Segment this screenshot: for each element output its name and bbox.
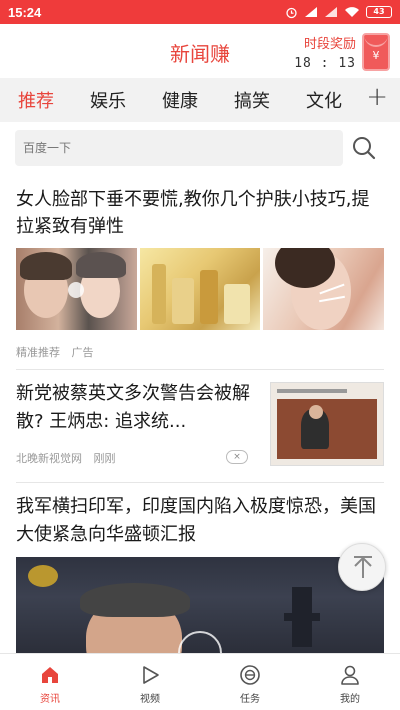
nav-item-me[interactable]: 我的 (300, 654, 400, 710)
bottom-nav: 资讯 视频 任务 我的 (0, 653, 400, 710)
tab-entertainment[interactable]: 娱乐 (72, 87, 144, 113)
nav-label: 视频 (140, 694, 160, 705)
search-input[interactable]: 百度一下 (15, 130, 343, 166)
signal-icon (305, 7, 317, 17)
news-item-ad[interactable]: 女人脸部下垂不要慌,教你几个护肤小技巧,提拉紧致有弹性 精准推荐 广告 (0, 176, 400, 369)
app-header: 新闻赚 时段奖励 18 : 13 ¥ (0, 24, 400, 78)
news-item[interactable]: 新党被蔡英文多次警告会被解散? 王炳忠: 追求统... 北晚新视觉网 刚刚 × (0, 370, 400, 482)
tab-culture[interactable]: 文化 (288, 87, 360, 113)
yen-symbol: ¥ (372, 49, 380, 62)
back-to-top-button[interactable] (338, 543, 386, 591)
reward-timer-block[interactable]: 时段奖励 18 : 13 (294, 33, 356, 71)
article-headline: 女人脸部下垂不要慌,教你几个护肤小技巧,提拉紧致有弹性 (16, 189, 370, 237)
channel-logo (28, 565, 58, 587)
search-row: 百度一下 (0, 122, 400, 176)
article-source: 北晚新视觉网 (16, 452, 82, 465)
article-meta: 北晚新视觉网 刚刚 (16, 450, 124, 466)
article-time: 刚刚 (93, 452, 116, 465)
tab-health[interactable]: 健康 (144, 87, 216, 113)
article-headline: 我军横扫印军，印度国内陷入极度惊恐，美国大使紧急向华盛顿汇报 (16, 496, 376, 545)
nav-item-news[interactable]: 资讯 (0, 654, 100, 710)
home-icon (42, 667, 58, 683)
search-icon[interactable] (350, 134, 378, 162)
tab-funny[interactable]: 搞笑 (216, 87, 288, 113)
status-bar: 15:24 43 (0, 0, 400, 24)
thumbnail-before-after-image (16, 248, 137, 330)
dismiss-button[interactable]: × (226, 450, 248, 464)
alarm-icon (286, 7, 297, 18)
arrow-up-icon (354, 556, 372, 578)
person-hair (80, 583, 190, 617)
status-time: 15:24 (8, 4, 42, 20)
thumbnail-product-image (139, 248, 261, 330)
category-tabs: 推荐 娱乐 健康 搞笑 文化 + (0, 78, 400, 122)
battery-icon: 43 (366, 6, 392, 18)
reward-label: 时段奖励 (303, 37, 356, 52)
reward-countdown: 18 : 13 (294, 56, 356, 71)
ad-tag: 广告 (71, 346, 94, 359)
signal-icon-2 (325, 7, 337, 17)
video-thumbnail[interactable] (16, 557, 384, 657)
status-icons: 43 (285, 6, 392, 19)
task-icon (240, 665, 260, 685)
red-envelope-icon[interactable]: ¥ (362, 33, 390, 71)
recommend-tag: 精准推荐 (16, 346, 60, 359)
article-meta: 精准推荐 广告 (16, 344, 102, 360)
wifi-icon (345, 7, 359, 17)
user-icon (341, 665, 359, 685)
article-thumbnails (16, 248, 385, 330)
nav-label: 任务 (240, 694, 260, 705)
thumbnail-face-image (263, 248, 385, 330)
article-thumbnail (270, 382, 384, 466)
envelope-flap (364, 35, 388, 47)
nav-item-task[interactable]: 任务 (200, 654, 300, 710)
nav-label: 资讯 (40, 694, 60, 705)
article-headline: 新党被蔡英文多次警告会被解散? 王炳忠: 追求统... (16, 383, 250, 432)
add-tab-icon[interactable]: + (366, 82, 388, 112)
tower-silhouette-top (284, 613, 320, 621)
play-icon (143, 666, 159, 684)
nav-label: 我的 (340, 694, 360, 705)
tab-recommend[interactable]: 推荐 (0, 87, 72, 113)
nav-item-video[interactable]: 视频 (100, 654, 200, 710)
